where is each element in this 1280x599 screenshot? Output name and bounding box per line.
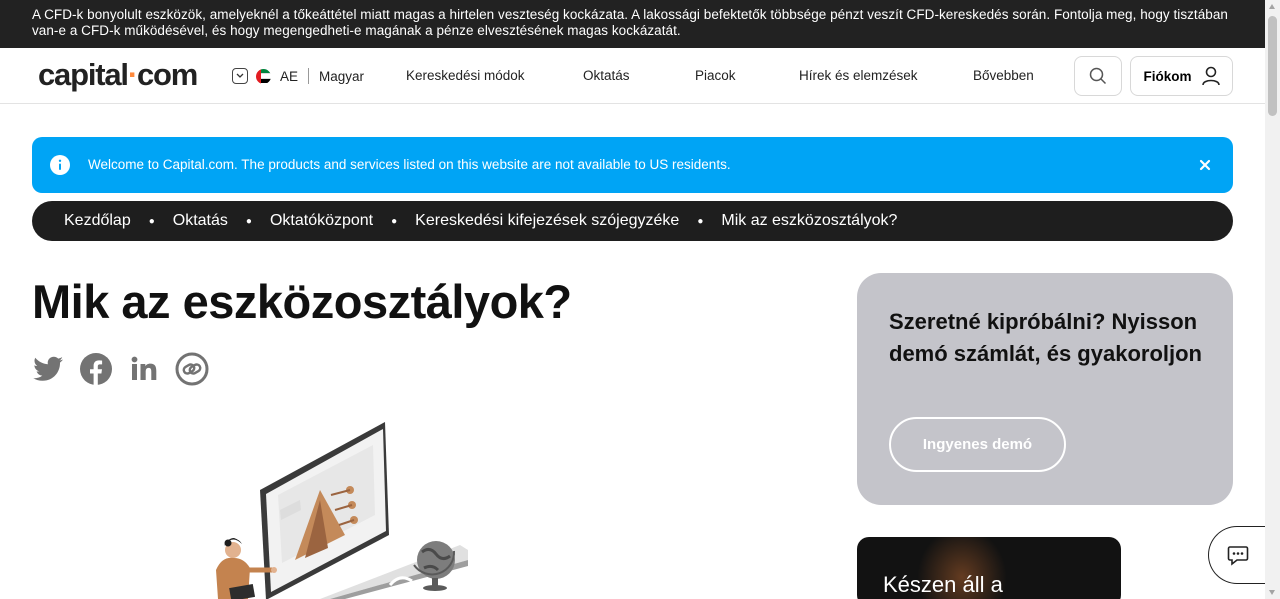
account-button[interactable]: Fiókom: [1130, 56, 1233, 96]
breadcrumb-home[interactable]: Kezdőlap: [64, 212, 131, 230]
breadcrumb-separator: ●: [148, 215, 155, 227]
vertical-scrollbar[interactable]: [1265, 0, 1280, 599]
uae-flag-icon: [256, 68, 271, 84]
us-residents-banner: Welcome to Capital.com. The products and…: [32, 137, 1233, 193]
divider: [308, 68, 310, 84]
page-title: Mik az eszközosztályok?: [32, 275, 572, 328]
region-selector[interactable]: AE Magyar: [232, 68, 364, 84]
scroll-down-arrow[interactable]: [1269, 590, 1275, 595]
chat-button[interactable]: [1208, 526, 1268, 584]
nav-more[interactable]: Bővebben: [973, 68, 1034, 83]
close-icon[interactable]: [1195, 155, 1215, 175]
search-button[interactable]: [1074, 56, 1122, 96]
account-label: Fiókom: [1143, 68, 1192, 84]
logo-dot: ·: [127, 57, 138, 92]
breadcrumb-separator: ●: [697, 215, 704, 227]
risk-warning-bar: A CFD-k bonyolult eszközök, amelyeknél a…: [0, 0, 1265, 48]
logo-main: capital: [38, 57, 129, 92]
user-icon: [1201, 66, 1220, 86]
linkedin-icon[interactable]: [127, 352, 161, 386]
cta-card-text: Készen áll a: [883, 572, 1003, 597]
nav-trading-modes[interactable]: Kereskedési módok: [406, 68, 525, 83]
nav-news-analysis[interactable]: Hírek és elemzések: [799, 68, 918, 83]
chat-icon: [1227, 546, 1249, 566]
nav-education[interactable]: Oktatás: [583, 68, 630, 83]
education-illustration: [216, 422, 468, 599]
site-header: capital·com AE Magyar Kereskedési módok …: [0, 48, 1265, 104]
breadcrumb-glossary[interactable]: Kereskedési kifejezések szójegyzéke: [415, 212, 679, 230]
facebook-icon[interactable]: [79, 352, 113, 386]
cta-card: Készen áll a: [857, 537, 1121, 599]
breadcrumb-current: Mik az eszközosztályok?: [721, 212, 898, 229]
breadcrumb-education-center[interactable]: Oktatóközpont: [270, 212, 373, 230]
breadcrumb-education[interactable]: Oktatás: [173, 212, 228, 230]
risk-warning-text: A CFD-k bonyolult eszközök, amelyeknél a…: [32, 7, 1228, 38]
language-selector[interactable]: Magyar: [319, 69, 364, 84]
chevron-down-icon[interactable]: [232, 68, 248, 84]
breadcrumb-separator: ●: [245, 215, 252, 227]
scroll-up-arrow[interactable]: [1269, 4, 1275, 9]
breadcrumb-separator: ●: [391, 215, 398, 227]
search-icon: [1089, 67, 1107, 85]
info-icon: [50, 155, 70, 175]
us-banner-text: Welcome to Capital.com. The products and…: [88, 157, 731, 172]
promo-text: Szeretné kipróbálni? Nyisson demó számlá…: [889, 309, 1202, 366]
demo-promo-card: Szeretné kipróbálni? Nyisson demó számlá…: [857, 273, 1233, 505]
copy-link-icon[interactable]: [175, 352, 209, 386]
breadcrumb: Kezdőlap ● Oktatás ● Oktatóközpont ● Ker…: [32, 201, 1233, 241]
nav-markets[interactable]: Piacok: [695, 68, 736, 83]
region-code: AE: [280, 68, 299, 84]
twitter-icon[interactable]: [31, 352, 65, 386]
logo-tld: com: [136, 57, 198, 92]
logo[interactable]: capital·com: [38, 57, 198, 93]
scrollbar-thumb[interactable]: [1268, 16, 1277, 116]
free-demo-button[interactable]: Ingyenes demó: [889, 417, 1066, 472]
